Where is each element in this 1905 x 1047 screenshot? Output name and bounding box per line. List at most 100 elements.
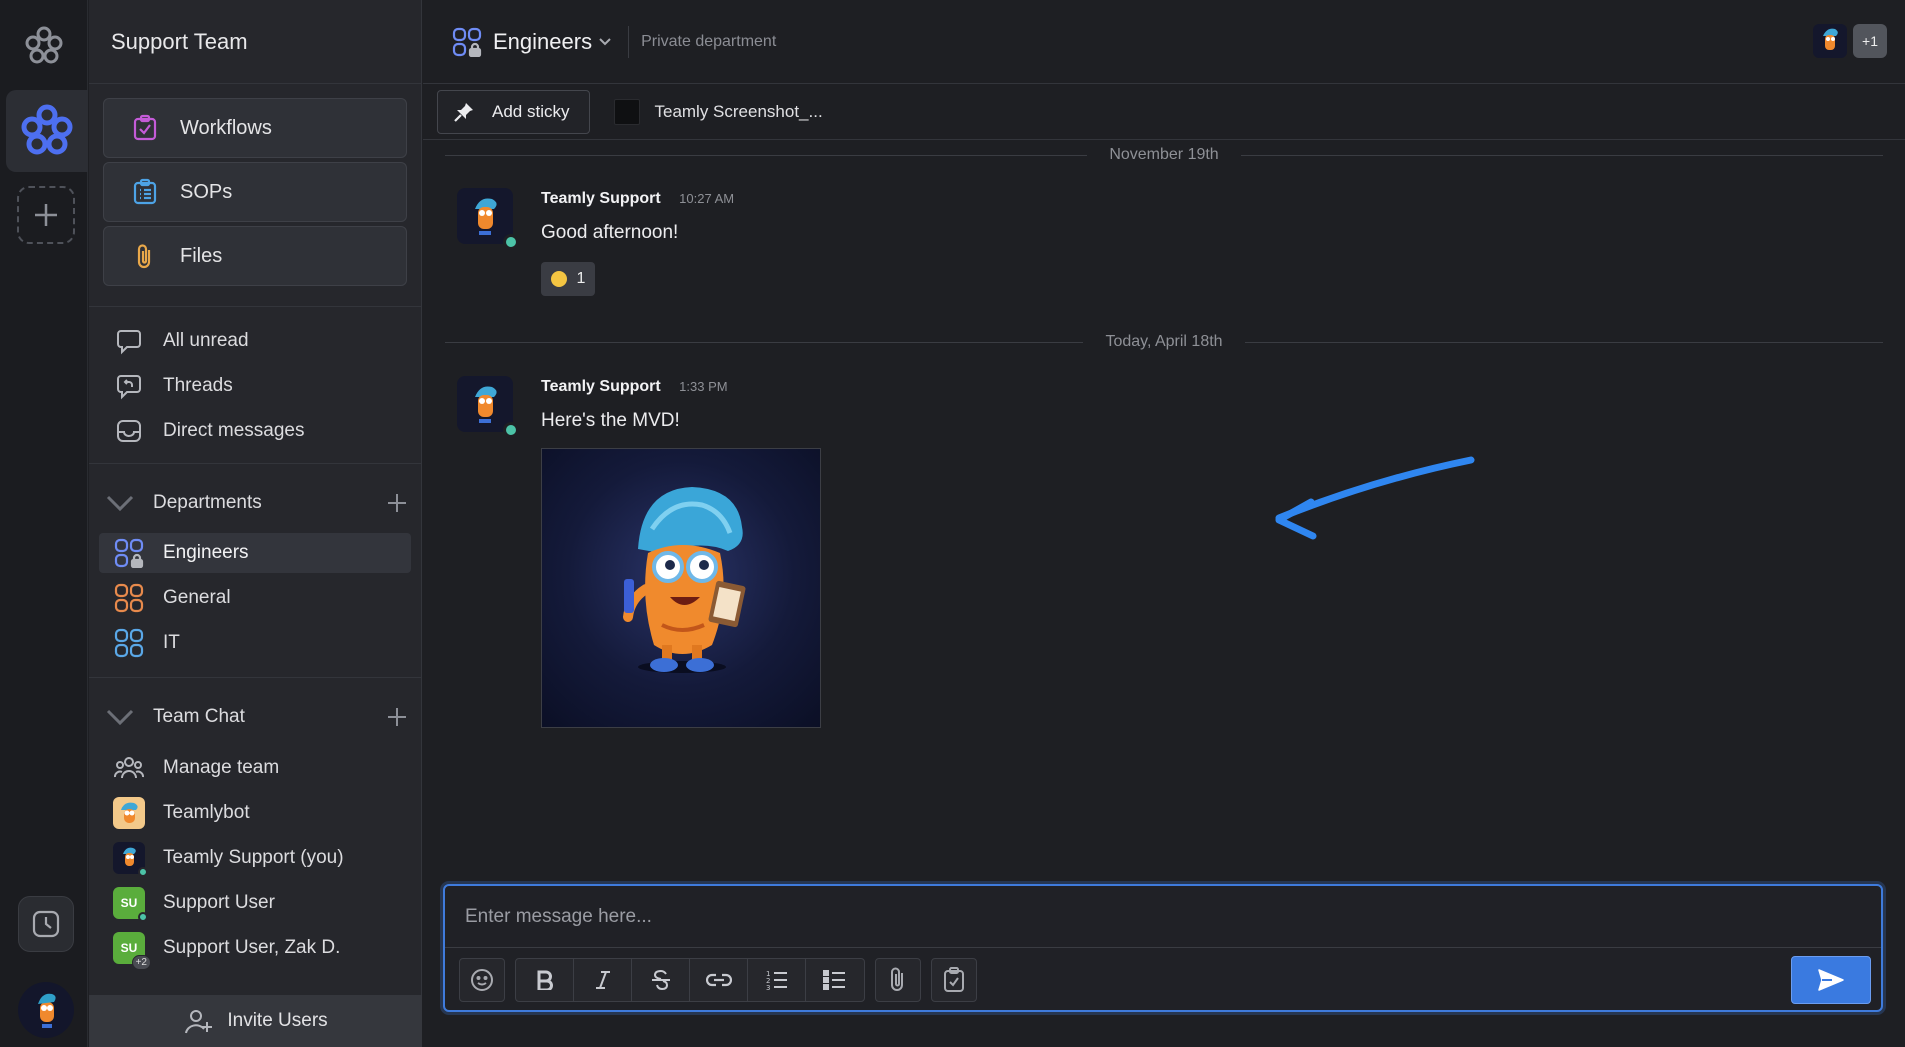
add-department-icon[interactable] xyxy=(385,491,409,515)
workflows-button[interactable]: Workflows xyxy=(103,98,407,158)
file-thumbnail xyxy=(614,98,641,125)
teamlybot-label: Teamlybot xyxy=(163,802,250,823)
it-label: IT xyxy=(163,632,180,653)
sidebar-item-threads[interactable]: Threads xyxy=(99,366,411,406)
member-avatar[interactable] xyxy=(1813,24,1847,58)
image-attachment[interactable] xyxy=(541,448,821,728)
bullet-list-icon[interactable] xyxy=(806,959,864,1001)
sidebar-item-manage-team[interactable]: Manage team xyxy=(99,748,411,788)
date-divider: Today, April 18th xyxy=(445,330,1884,354)
sidebar-item-support-user[interactable]: SU Support User xyxy=(99,883,411,923)
departments-section-header[interactable]: Departments xyxy=(103,483,413,523)
online-status-dot xyxy=(503,234,519,250)
group-chat-avatar: SU +2 xyxy=(113,932,151,970)
message-input[interactable] xyxy=(445,886,1881,948)
sidebar-item-teamlybot[interactable]: Teamlybot xyxy=(99,793,411,833)
chevron-down-icon[interactable] xyxy=(598,34,614,50)
chevron-down-icon xyxy=(103,705,137,729)
reaction-count: 1 xyxy=(576,270,586,287)
user-avatar[interactable] xyxy=(18,982,74,1038)
divider xyxy=(89,463,422,464)
department-locked-icon xyxy=(113,537,145,569)
support-user-label: Support User xyxy=(163,892,275,913)
sidebar-item-support-user-zak[interactable]: SU +2 Support User, Zak D. xyxy=(99,928,411,970)
svg-text:3: 3 xyxy=(766,984,770,991)
departments-title: Departments xyxy=(153,492,262,513)
message-author[interactable]: Teamly Support xyxy=(541,190,661,207)
message-author[interactable]: Teamly Support xyxy=(541,378,661,395)
app-logo-icon xyxy=(22,24,66,68)
sticky-file-tab[interactable]: Teamly Screenshot_... xyxy=(614,98,823,125)
members-extra-count[interactable]: +1 xyxy=(1853,24,1887,58)
sticky-bar: Add sticky Teamly Screenshot_... xyxy=(423,84,1905,140)
message-text: Good afternoon! xyxy=(541,222,679,243)
channel-title[interactable]: Engineers xyxy=(493,29,592,55)
department-locked-icon xyxy=(451,26,483,58)
threads-label: Threads xyxy=(163,375,233,396)
format-group: 123 xyxy=(515,958,865,1002)
files-button[interactable]: Files xyxy=(103,226,407,286)
files-label: Files xyxy=(180,244,223,267)
team-chat-section-header[interactable]: Team Chat xyxy=(103,697,413,737)
people-icon xyxy=(113,752,145,784)
message-header: Teamly Support 1:33 PM xyxy=(541,378,728,396)
channel-description: Private department xyxy=(641,32,777,50)
online-status-dot xyxy=(138,867,148,877)
online-status-dot xyxy=(138,912,148,922)
general-label: General xyxy=(163,587,231,608)
workspace-rail xyxy=(0,0,88,1047)
workspace-support-team-button[interactable] xyxy=(6,90,88,172)
paperclip-icon xyxy=(130,241,160,271)
group-extra-count: +2 xyxy=(131,955,151,970)
message-header: Teamly Support 10:27 AM xyxy=(541,190,734,208)
chat-bubble-icon xyxy=(113,325,145,357)
strikethrough-icon[interactable] xyxy=(632,959,690,1001)
chat-main: Engineers Private department +1 Add stic… xyxy=(423,0,1905,1047)
reaction-button[interactable]: 1 xyxy=(541,262,595,296)
sops-button[interactable]: SOPs xyxy=(103,162,407,222)
manage-team-label: Manage team xyxy=(163,757,280,778)
message-time: 1:33 PM xyxy=(679,379,728,394)
sidebar-item-it[interactable]: IT xyxy=(99,623,411,663)
workspace-name[interactable]: Support Team xyxy=(89,0,421,84)
add-chat-icon[interactable] xyxy=(385,705,409,729)
inbox-icon xyxy=(113,415,145,447)
message-composer: 123 xyxy=(443,884,1883,1012)
sidebar-item-engineers[interactable]: Engineers xyxy=(99,533,411,573)
add-sticky-label: Add sticky xyxy=(492,101,570,121)
direct-messages-label: Direct messages xyxy=(163,420,305,441)
date-label: Today, April 18th xyxy=(1105,333,1223,350)
add-user-icon xyxy=(183,1005,215,1037)
threads-icon xyxy=(113,370,145,402)
invite-users-label: Invite Users xyxy=(227,1010,328,1031)
link-icon[interactable] xyxy=(690,959,748,1001)
divider xyxy=(628,25,630,58)
teamlybot-avatar-image xyxy=(113,797,145,829)
sops-icon xyxy=(130,177,160,207)
sidebar-item-direct-messages[interactable]: Direct messages xyxy=(99,411,411,451)
paperclip-icon[interactable] xyxy=(876,959,920,1001)
add-sticky-button[interactable]: Add sticky xyxy=(437,89,591,134)
sidebar-item-teamly-support[interactable]: Teamly Support (you) xyxy=(99,838,411,878)
numbered-list-icon[interactable]: 123 xyxy=(748,959,806,1001)
support-user-avatar: SU xyxy=(113,887,148,922)
department-icon xyxy=(113,582,145,614)
pin-icon xyxy=(452,100,476,124)
online-status-dot xyxy=(503,422,519,438)
add-workspace-button[interactable] xyxy=(17,186,75,244)
channel-members[interactable]: +1 xyxy=(1813,24,1887,58)
send-button[interactable] xyxy=(1791,956,1871,1004)
chevron-down-icon xyxy=(103,491,137,515)
sidebar-item-all-unread[interactable]: All unread xyxy=(99,321,411,361)
sidebar: Support Team Workflows SOPs Files All un… xyxy=(89,0,422,1047)
date-divider: November 19th xyxy=(445,143,1884,167)
workflows-label: Workflows xyxy=(180,116,272,139)
bold-icon[interactable] xyxy=(516,959,574,1001)
emoji-icon[interactable] xyxy=(460,959,504,1001)
italic-icon[interactable] xyxy=(574,959,632,1001)
clock-icon[interactable] xyxy=(18,896,74,952)
clipboard-check-icon[interactable] xyxy=(932,959,976,1001)
teamly-support-avatar-image xyxy=(113,842,148,877)
sidebar-item-general[interactable]: General xyxy=(99,578,411,618)
invite-users-button[interactable]: Invite Users xyxy=(89,995,422,1047)
